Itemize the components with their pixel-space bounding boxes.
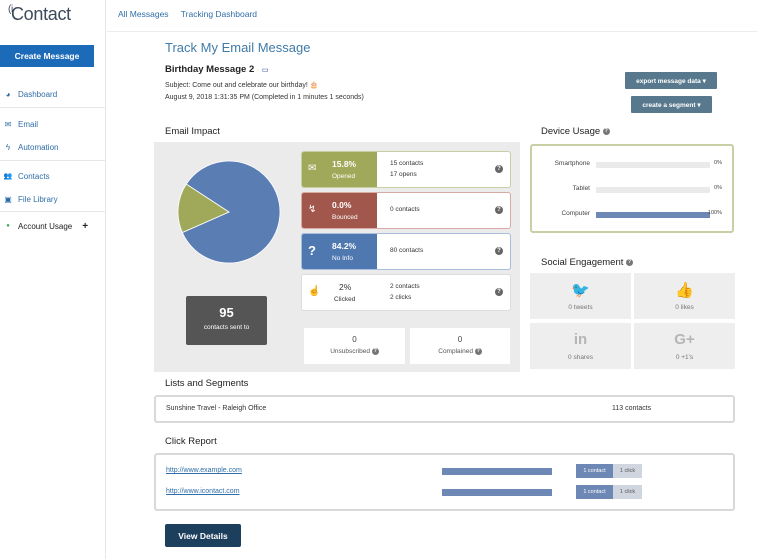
lightning-icon: ϟ [5, 142, 11, 152]
metric-opened: ✉ 15.8% Opened 15 contacts 17 opens ? [301, 151, 511, 188]
tab-tracking-dashboard[interactable]: Tracking Dashboard [181, 9, 257, 19]
metric-bounced: ↯ 0.0% Bounced 0 contacts ? [301, 192, 511, 229]
contact-count-badge[interactable]: 1 contact [576, 485, 613, 499]
list-name[interactable]: Sunshine Travel - Raleigh Office [166, 405, 266, 412]
sent-count: 95 [219, 305, 234, 320]
sent-label: contacts sent to [203, 324, 250, 331]
bounce-icon: ↯ [308, 204, 317, 215]
social-plus-ones: G+ 0 +1's [634, 323, 735, 369]
help-icon[interactable]: ? [495, 165, 503, 173]
metric-tile: ☝ 2% Clicked [302, 275, 377, 310]
sidebar-item-contacts[interactable]: 👥 Contacts [0, 168, 106, 184]
view-details-button[interactable]: View Details [165, 524, 241, 547]
sidebar: (iContact Create Message ◕ Dashboard ✉ E… [0, 0, 106, 559]
list-item: Sunshine Travel - Raleigh Office 113 con… [154, 395, 735, 423]
question-icon: ? [308, 243, 316, 258]
help-icon[interactable]: ? [626, 258, 634, 266]
device-row-computer: Computer 100% [561, 210, 722, 218]
social-likes: 👍 0 likes [634, 273, 735, 319]
click-bar [442, 468, 552, 475]
help-icon[interactable]: ? [495, 288, 503, 296]
complained-box: 0 Complained ? [410, 328, 510, 364]
metric-tile: ✉ 15.8% Opened [302, 152, 377, 187]
image-icon: ▣ [4, 194, 12, 204]
help-icon[interactable]: ? [495, 206, 503, 214]
metric-tile: ? 84.2% No Info [302, 234, 377, 269]
users-icon: 👥 [3, 173, 13, 180]
click-count-badge[interactable]: 1 click [613, 485, 642, 499]
linkedin-icon: in [573, 331, 588, 348]
table-row: http://www.example.com 1 contact 1 click [156, 464, 733, 478]
sidebar-item-email[interactable]: ✉ Email [0, 116, 106, 132]
social-tweets: 🐦 0 tweets [530, 273, 631, 319]
device-usage-panel: Smartphone 0% Tablet 0% Computer 100% [530, 144, 734, 233]
divider [0, 211, 106, 212]
click-report-panel: http://www.example.com 1 contact 1 click… [154, 453, 735, 511]
status-dot-icon: ● [6, 223, 10, 229]
sidebar-item-dashboard[interactable]: ◕ Dashboard [0, 86, 106, 102]
social-shares: in 0 shares [530, 323, 631, 369]
impact-pie-chart [177, 160, 281, 264]
create-segment-button[interactable]: create a segment ▾ [631, 96, 712, 113]
message-name: Birthday Message 2 ▭ [165, 64, 269, 75]
help-icon[interactable]: ? [371, 348, 379, 355]
expand-plus-icon[interactable]: + [82, 221, 88, 232]
sidebar-item-account-usage[interactable]: ● Account Usage + [0, 218, 106, 234]
export-message-data-button[interactable]: export message data ▾ [625, 72, 717, 89]
google-plus-icon: G+ [674, 331, 695, 348]
metric-tile: ↯ 0.0% Bounced [302, 193, 377, 228]
speedometer-icon: ◕ [5, 89, 11, 99]
metric-no-info: ? 84.2% No Info 80 contacts ? [301, 233, 511, 270]
top-nav: All Messages Tracking Dashboard [118, 9, 267, 19]
social-engagement-heading: Social Engagement ? [541, 257, 634, 268]
list-count: 113 contacts [612, 405, 652, 412]
message-subject: Subject: Come out and celebrate our birt… [165, 82, 319, 89]
email-impact-heading: Email Impact [165, 126, 220, 137]
message-sent-info: August 9, 2018 1:31:35 PM (Completed in … [165, 94, 364, 101]
click-url-link[interactable]: http://www.example.com [166, 467, 242, 474]
preview-icon[interactable]: ▭ [262, 67, 269, 74]
sidebar-item-automation[interactable]: ϟ Automation [0, 139, 106, 155]
click-count-badge[interactable]: 1 click [613, 464, 642, 478]
device-bar-fill [596, 212, 710, 218]
device-row-smartphone: Smartphone 0% [554, 160, 722, 168]
thumbs-up-icon: 👍 [675, 282, 694, 299]
help-icon[interactable]: ? [602, 127, 610, 135]
twitter-icon: 🐦 [571, 282, 590, 299]
pointer-hand-icon: ☝ [308, 286, 321, 297]
click-url-link[interactable]: http://www.icontact.com [166, 488, 240, 495]
lists-segments-heading: Lists and Segments [165, 378, 249, 389]
table-row: http://www.icontact.com 1 contact 1 clic… [156, 485, 733, 499]
device-row-tablet: Tablet 0% [572, 185, 722, 193]
divider [107, 31, 757, 32]
page-title: Track My Email Message [165, 40, 311, 55]
divider [0, 160, 106, 161]
device-usage-heading: Device Usage ? [541, 126, 610, 137]
metric-clicked: ☝ 2% Clicked 2 contacts 2 clicks ? [301, 274, 511, 311]
help-icon[interactable]: ? [495, 247, 503, 255]
create-message-button[interactable]: Create Message [0, 45, 94, 67]
tab-all-messages[interactable]: All Messages [118, 9, 169, 19]
sidebar-item-file-library[interactable]: ▣ File Library [0, 191, 106, 207]
contacts-sent-box: 95 contacts sent to [186, 296, 267, 345]
click-report-heading: Click Report [165, 436, 217, 447]
help-icon[interactable]: ? [474, 348, 482, 355]
divider [0, 107, 106, 108]
click-bar [442, 489, 552, 496]
unsubscribed-box: 0 Unsubscribed ? [304, 328, 405, 364]
icontact-logo[interactable]: (iContact [8, 4, 71, 25]
inbox-icon: ✉ [308, 163, 317, 174]
envelope-icon: ✉ [4, 119, 12, 129]
contact-count-badge[interactable]: 1 contact [576, 464, 613, 478]
